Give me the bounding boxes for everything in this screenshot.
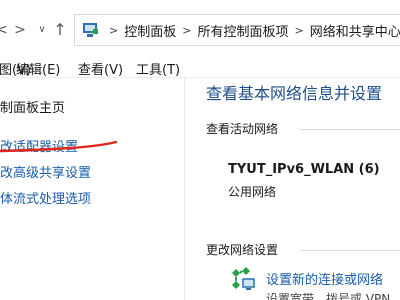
menu-bar: 视图(V) 编辑(E) 查看(V) 工具(T) <box>0 56 400 78</box>
history-dropdown-icon[interactable]: ∨ <box>34 22 50 38</box>
change-network-settings-heading: 更改网络设置 <box>206 243 279 257</box>
forward-arrow-icon[interactable]: > <box>12 22 28 38</box>
breadcrumb[interactable]: > 控制面板 > 所有控制面板项 > 网络和共享中心 <box>74 14 400 46</box>
back-arrow-icon[interactable]: < <box>0 22 10 38</box>
breadcrumb-separator-icon[interactable]: > <box>182 24 191 37</box>
media-streaming-options-link[interactable]: 体流式处理选项 <box>0 188 91 207</box>
network-type-link[interactable]: 公用网络 <box>228 183 276 200</box>
network-name: TYUT_IPv6_WLAN (6) <box>228 162 380 177</box>
breadcrumb-all-items[interactable]: 所有控制面板项 <box>197 21 288 40</box>
control-panel-icon <box>81 21 99 39</box>
setup-new-connection-desc: 设置宽带、拨号或 VPN <box>266 292 391 300</box>
breadcrumb-control-panel[interactable]: 控制面板 <box>124 21 176 40</box>
page-title: 查看基本网络信息并设置 <box>206 84 383 103</box>
pane-divider <box>184 78 185 300</box>
active-networks-heading: 查看活动网络 <box>206 122 279 136</box>
red-annotation-underline <box>0 140 118 153</box>
section-rule <box>300 250 400 251</box>
up-arrow-icon[interactable]: ↑ <box>52 22 68 38</box>
new-connection-icon <box>232 267 255 290</box>
setup-new-connection-link[interactable]: 设置新的连接或网络 <box>266 269 383 288</box>
breadcrumb-network-center[interactable]: 网络和共享中心 <box>310 21 400 40</box>
breadcrumb-separator-icon[interactable]: > <box>294 24 303 37</box>
control-panel-home-link[interactable]: 制面板主页 <box>0 97 65 116</box>
breadcrumb-separator-icon[interactable]: > <box>109 24 118 37</box>
menu-tools[interactable]: 工具(T) <box>136 59 180 78</box>
address-bar: < > ∨ ↑ > 控制面板 > 所有控制面板项 > 网络和共享中心 <box>0 0 400 56</box>
change-advanced-sharing-link[interactable]: 改高级共享设置 <box>0 162 91 181</box>
section-rule <box>300 129 400 130</box>
menu-view-2[interactable]: 查看(V) <box>78 59 123 78</box>
menu-edit[interactable]: 编辑(E) <box>16 59 60 78</box>
